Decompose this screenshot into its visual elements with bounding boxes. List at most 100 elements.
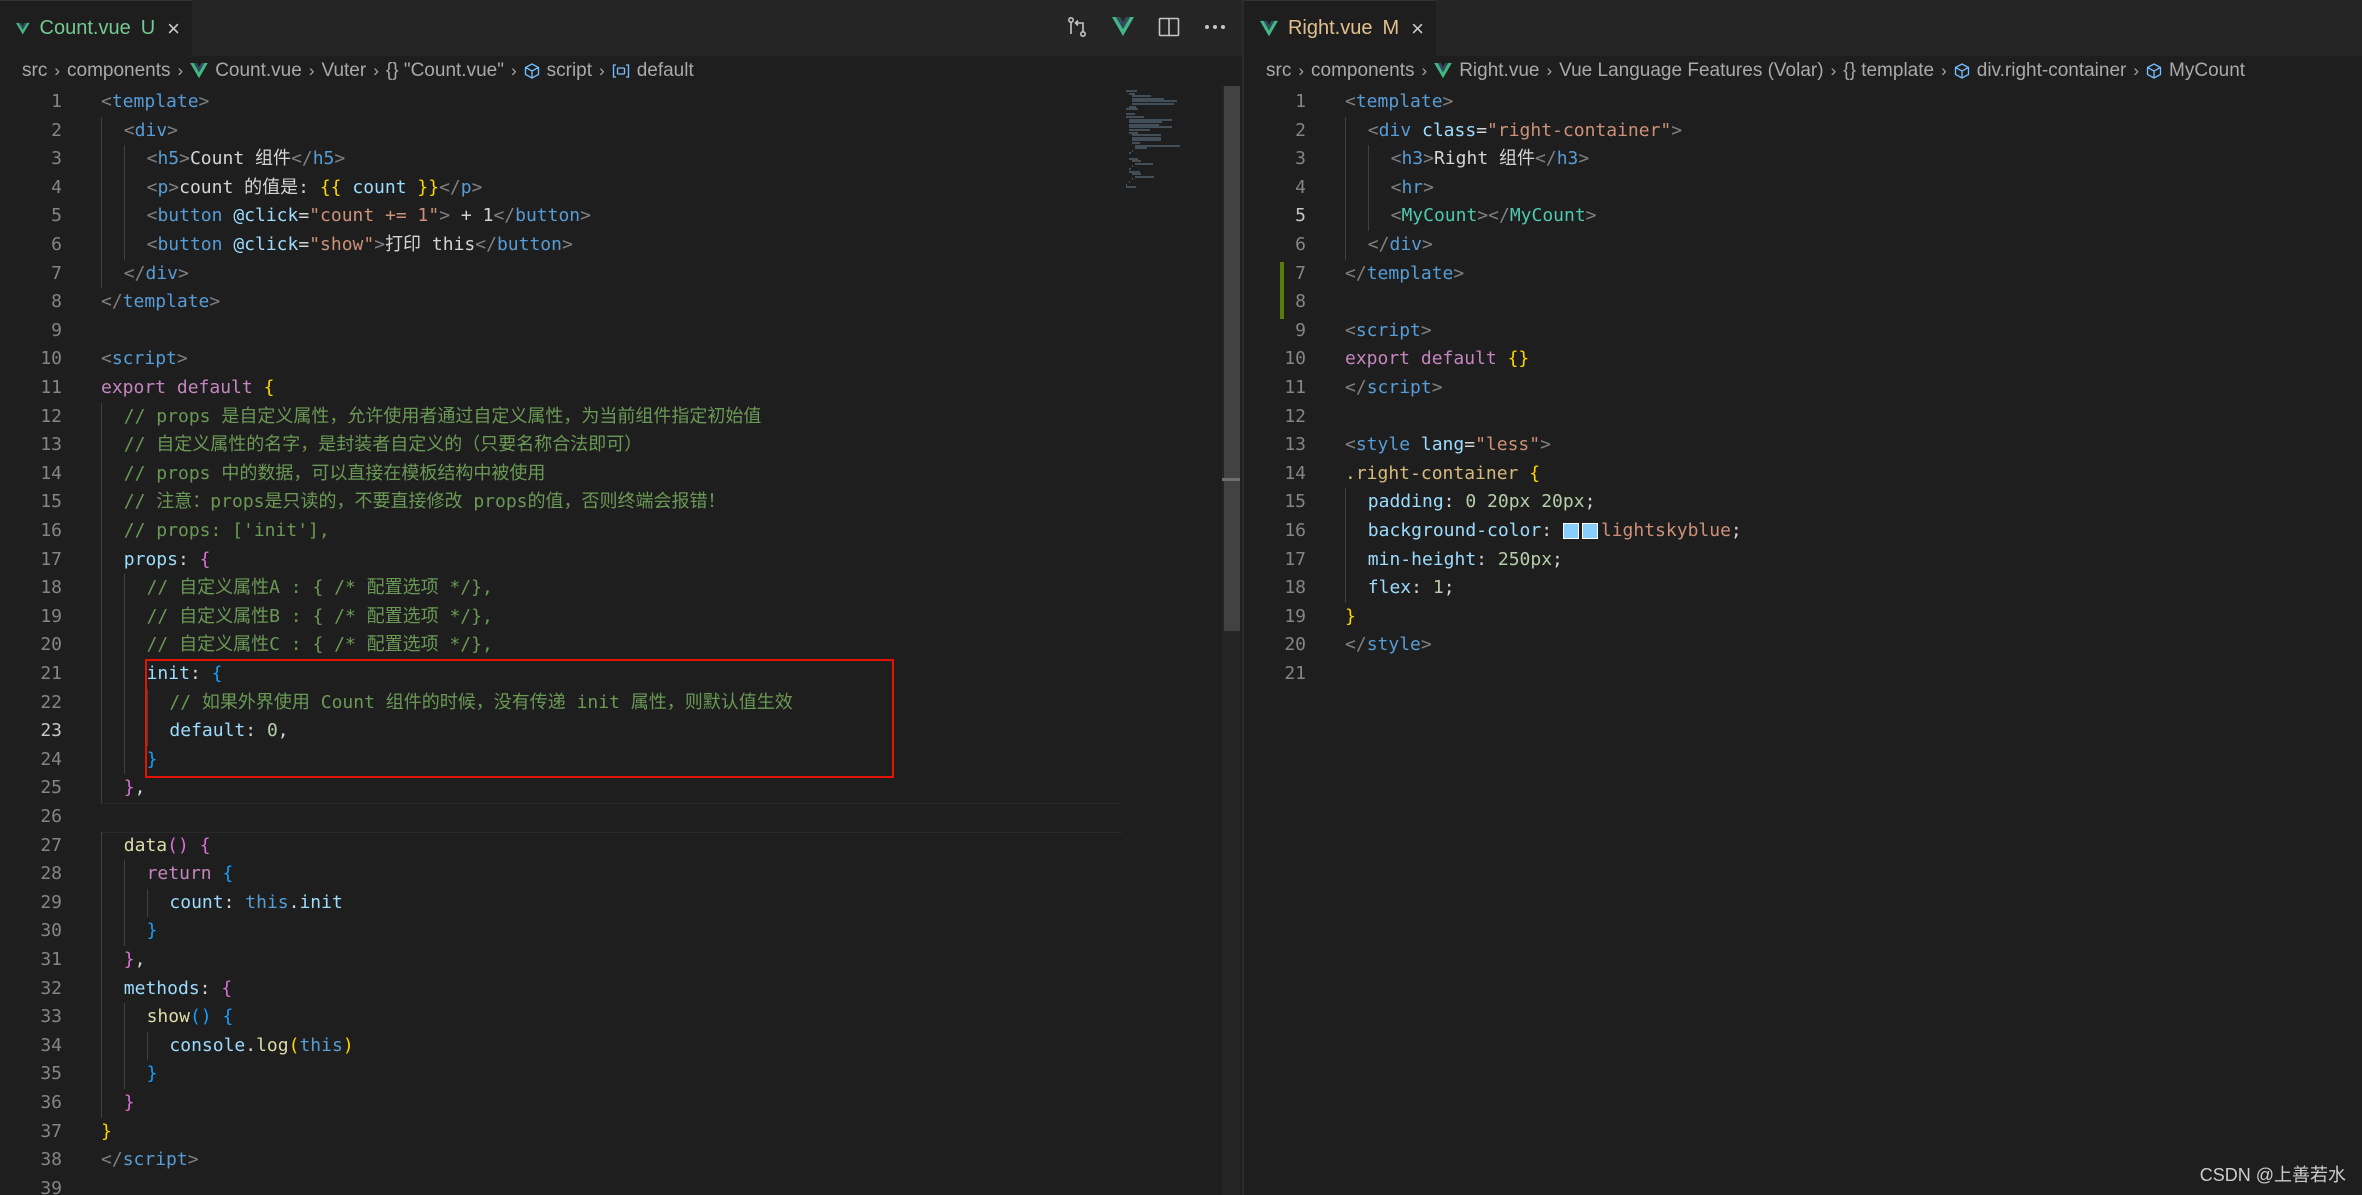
code-line[interactable]: 10 export default {} (1244, 345, 2362, 374)
breadcrumb-script[interactable]: script (524, 60, 592, 82)
code-line[interactable]: 15 padding: 0 20px 20px; (1244, 488, 2362, 517)
code-line[interactable]: 6 </div> (1244, 231, 2362, 260)
chevron-right-icon: › (1941, 61, 1947, 80)
code-line[interactable]: 17 min-height: 250px; (1244, 545, 2362, 575)
code-line[interactable]: 16 background-color: lightskyblue; (1244, 517, 2362, 546)
breadcrumb-volar[interactable]: Vue Language Features (Volar) (1559, 60, 1823, 82)
code-line[interactable]: 29 count: this.init (0, 888, 1242, 918)
code-line[interactable]: 26 (0, 803, 1242, 832)
code-line[interactable]: 3 <h3>Right 组件</h3> (1244, 145, 2362, 174)
open-changes-icon[interactable] (1064, 14, 1090, 40)
scrollbar-thumb[interactable] (1224, 86, 1240, 631)
breadcrumb-template[interactable]: {} template (1843, 60, 1934, 82)
code-line[interactable]: 20 // 自定义属性C : { /* 配置选项 */}, (0, 631, 1242, 660)
code-editor-right-vue[interactable]: 1 <template> 2 <div class="right-container"… (1244, 88, 2362, 1195)
code-line[interactable]: 14 .right-container { (1244, 460, 2362, 489)
code-text: </div> (1367, 234, 1433, 255)
code-line[interactable]: 5 <MyCount></MyCount> (1244, 202, 2362, 231)
code-line[interactable]: 14 // props 中的数据，可以直接在模板结构中被使用 (0, 459, 1242, 489)
code-line[interactable]: 30} (0, 917, 1242, 946)
code-line[interactable]: 9 <script> (1244, 317, 2362, 346)
breadcrumb-components[interactable]: components (1311, 60, 1415, 82)
code-editor-count-vue[interactable]: 1 <template> 2 <div> 3 <h5>Count 组件</h5> 4 <p>c… (0, 88, 1242, 1195)
code-line[interactable]: 9 (0, 317, 1242, 346)
code-line[interactable]: 31}, (0, 946, 1242, 975)
split-editor-icon[interactable] (1156, 14, 1182, 40)
tab-count-vue[interactable]: Count.vue U × (0, 0, 192, 56)
code-line[interactable]: 2 <div> (0, 116, 1242, 146)
code-line[interactable]: 25}, (0, 774, 1242, 803)
code-line[interactable]: 8 (1244, 288, 2362, 317)
indent-guide (101, 745, 102, 775)
code-line[interactable]: 13 // 自定义属性的名字，是封装者自定义的（只要名称合法即可） (0, 431, 1242, 460)
tab-right-vue[interactable]: Right.vue M × (1244, 0, 1436, 56)
breadcrumb-mycount[interactable]: MyCount (2146, 60, 2245, 82)
code-line[interactable]: 22 // 如果外界使用 Count 组件的时候，没有传递 init 属性，则默认… (0, 688, 1242, 718)
code-line[interactable]: 39 (0, 1175, 1242, 1195)
close-icon[interactable]: × (167, 16, 180, 42)
code-text: <div> (123, 119, 178, 141)
color-swatch[interactable] (1581, 523, 1598, 539)
code-line[interactable]: 12 (1244, 403, 2362, 432)
code-line[interactable]: 18 // 自定义属性A : { /* 配置选项 */}, (0, 574, 1242, 603)
code-line[interactable]: 18 flex: 1; (1244, 574, 2362, 603)
code-line[interactable]: 17 props: { (0, 545, 1242, 575)
breadcrumb-src[interactable]: src (1266, 60, 1291, 82)
code-line[interactable]: 19} (1244, 603, 2362, 632)
code-line[interactable]: 7 </div> (0, 259, 1242, 289)
line-number: 6 (51, 234, 62, 255)
code-line[interactable]: 8 </template> (0, 288, 1242, 317)
code-text: // 自定义属性C : { /* 配置选项 */}, (146, 634, 493, 656)
code-line[interactable]: 12 // props 是自定义属性，允许使用者通过自定义属性，为当前组件指定初始… (0, 402, 1242, 432)
code-line[interactable]: 11 </script> (1244, 374, 2362, 403)
code-line[interactable]: 33 show() { (0, 1003, 1242, 1032)
code-line[interactable]: 24} (0, 745, 1242, 775)
code-line[interactable]: 37} (0, 1118, 1242, 1147)
vertical-scrollbar[interactable] (1222, 86, 1240, 1195)
breadcrumb-components[interactable]: components (67, 60, 171, 82)
vue-preview-icon[interactable] (1110, 14, 1136, 40)
code-line[interactable]: 1 <template> (1244, 88, 2362, 117)
code-line[interactable]: 13 <style lang="less"> (1244, 431, 2362, 460)
code-line[interactable]: 28 return { (0, 860, 1242, 889)
color-swatch[interactable] (1562, 523, 1579, 539)
code-line[interactable]: 19 // 自定义属性B : { /* 配置选项 */}, (0, 602, 1242, 632)
code-line[interactable]: 21 init: { (0, 660, 1242, 689)
line-number: 14 (40, 462, 62, 484)
breadcrumb-default[interactable]: default (612, 60, 694, 82)
minimap[interactable] (1126, 86, 1222, 1195)
code-line[interactable]: 15 // 注意：props是只读的，不要直接修改 props的值，否则终端会报错… (0, 488, 1242, 517)
breadcrumb-file[interactable]: Count.vue (190, 60, 302, 82)
code-line[interactable]: 6 <button @click="show">打印 this</button> (0, 231, 1242, 260)
code-line[interactable]: 35} (0, 1060, 1242, 1089)
code-line[interactable]: 38 </script> (0, 1146, 1242, 1175)
code-line[interactable]: 34 console.log(this) (0, 1031, 1242, 1061)
more-actions-icon[interactable] (1202, 14, 1228, 40)
code-line[interactable]: 27 data() { (0, 831, 1242, 861)
code-line[interactable]: 2 <div class="right-container"> (1244, 116, 2362, 146)
code-line[interactable]: 5 <button @click="count += 1"> + 1</butto… (0, 202, 1242, 231)
variable-icon (612, 63, 630, 79)
code-line[interactable]: 4 <hr> (1244, 173, 2362, 203)
code-line[interactable]: 3 <h5>Count 组件</h5> (0, 145, 1242, 174)
breadcrumb-vuter[interactable]: Vuter (321, 60, 366, 82)
code-line[interactable]: 36} (0, 1089, 1242, 1118)
code-line[interactable]: 11 export default { (0, 374, 1242, 403)
breadcrumb-src[interactable]: src (22, 60, 47, 82)
breadcrumb-div[interactable]: div.right-container (1954, 60, 2126, 82)
breadcrumb-file[interactable]: Right.vue (1434, 60, 1539, 82)
code-line[interactable]: 4 <p>count 的值是: {{ count }}</p> (0, 173, 1242, 203)
code-line[interactable]: 10 <script> (0, 345, 1242, 374)
code-line[interactable]: 23 default: 0, (0, 717, 1242, 746)
code-line[interactable]: 7 </template> (1244, 260, 2362, 289)
indent-guide (123, 231, 125, 260)
code-text: data() { (123, 834, 211, 856)
code-line[interactable]: 32 methods: { (0, 974, 1242, 1004)
close-icon[interactable]: × (1411, 16, 1424, 42)
code-line[interactable]: 1 <template> (0, 88, 1242, 117)
code-line[interactable]: 21 (1244, 660, 2362, 689)
chevron-right-icon: › (308, 61, 315, 80)
code-line[interactable]: 20 </style> (1244, 631, 2362, 660)
breadcrumb-module[interactable]: {} "Count.vue" (386, 60, 504, 82)
code-line[interactable]: 16 // props: ['init'], (0, 517, 1242, 546)
